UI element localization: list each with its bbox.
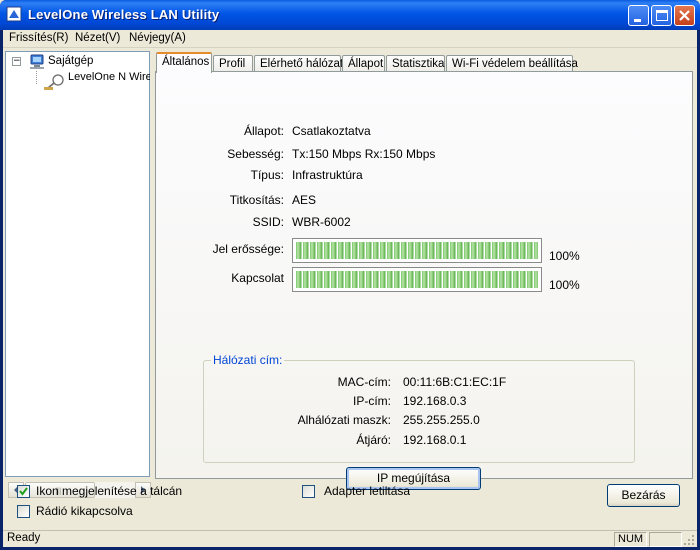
tab-general[interactable]: Általános xyxy=(156,52,212,73)
disable-adapter-checkbox[interactable] xyxy=(302,485,315,498)
link-percent: 100% xyxy=(549,278,580,292)
tree-collapse-toggle[interactable]: − xyxy=(12,57,21,66)
mac-label: MAC-cím: xyxy=(337,375,391,389)
tree-item-computer[interactable]: Sajátgép xyxy=(48,55,93,67)
type-value: Infrastruktúra xyxy=(292,168,363,182)
menu-bar: Frissítés(R) Nézet(V) Névjegy(A) xyxy=(3,30,697,48)
title-bar[interactable]: LevelOne Wireless LAN Utility xyxy=(0,0,700,30)
encryption-value: AES xyxy=(292,193,317,207)
adapter-tree[interactable]: − Sajátgép LevelOne N Wireless |||| xyxy=(5,51,151,498)
ip-value: 192.168.0.3 xyxy=(403,394,467,408)
signal-label: Jel erőssége: xyxy=(212,242,284,256)
link-quality-bar xyxy=(292,267,542,292)
status-label: Állapot: xyxy=(243,124,284,138)
ssid-label: SSID: xyxy=(252,215,284,229)
menu-about[interactable]: Névjegy(A) xyxy=(129,32,186,44)
network-address-title: Hálózati cím: xyxy=(211,353,285,367)
computer-icon xyxy=(30,54,44,69)
status-text: Ready xyxy=(7,532,41,544)
window-title: LevelOne Wireless LAN Utility xyxy=(28,7,220,22)
close-button[interactable]: Bezárás xyxy=(607,484,680,507)
encryption-label: Titkosítás: xyxy=(229,193,284,207)
subnet-mask-value: 255.255.255.0 xyxy=(403,413,480,427)
speed-label: Sebesség: xyxy=(227,147,284,161)
mac-value: 00:11:6B:C1:EC:1F xyxy=(403,375,507,389)
link-label: Kapcsolat xyxy=(231,271,284,285)
type-label: Típus: xyxy=(250,168,284,182)
radio-off-checkbox[interactable] xyxy=(17,505,30,518)
tray-icon-checkbox[interactable] xyxy=(17,485,30,498)
minimize-icon xyxy=(634,19,641,22)
signal-percent: 100% xyxy=(549,249,580,263)
signal-strength-fill xyxy=(296,242,538,259)
radio-off-label[interactable]: Rádió kikapcsolva xyxy=(36,504,133,518)
client-area: Frissítés(R) Nézet(V) Névjegy(A) − Saját… xyxy=(3,30,697,547)
gateway-label: Átjáró: xyxy=(356,433,391,447)
close-window-button[interactable] xyxy=(674,5,695,26)
status-bar: Ready NUM xyxy=(3,530,697,547)
speed-value: Tx:150 Mbps Rx:150 Mbps xyxy=(292,147,436,161)
menu-refresh[interactable]: Frissítés(R) xyxy=(9,32,68,44)
general-tab-panel: Állapot: Csatlakoztatva Sebesség: Tx:150… xyxy=(155,71,693,490)
signal-strength-bar xyxy=(292,238,542,263)
wireless-adapter-icon xyxy=(44,74,64,90)
resize-grip-icon[interactable] xyxy=(683,534,695,546)
maximize-icon xyxy=(656,10,668,21)
tray-icon-label[interactable]: Ikon megjelenítése a tálcán xyxy=(36,484,182,498)
app-icon xyxy=(6,6,22,22)
checkmark-icon xyxy=(19,487,28,496)
disable-adapter-label[interactable]: Adapter letiltása xyxy=(324,484,410,498)
tree-item-adapter[interactable]: LevelOne N Wireless xyxy=(68,71,150,83)
menu-view[interactable]: Nézet(V) xyxy=(75,32,120,44)
num-lock-indicator: NUM xyxy=(614,532,647,547)
app-window: LevelOne Wireless LAN Utility Frissítés(… xyxy=(0,0,700,550)
ip-label: IP-cím: xyxy=(353,394,391,408)
subnet-mask-label: Alhálózati maszk: xyxy=(297,413,391,427)
tree-connector xyxy=(36,71,37,84)
maximize-button[interactable] xyxy=(651,5,672,26)
ssid-value: WBR-6002 xyxy=(292,215,351,229)
status-value: Csatlakoztatva xyxy=(292,124,371,138)
minimize-button[interactable] xyxy=(628,5,649,26)
link-quality-fill xyxy=(296,271,538,288)
network-address-group: Hálózati cím: MAC-cím: 00:11:6B:C1:EC:1F… xyxy=(203,353,635,463)
close-icon xyxy=(679,10,690,21)
status-panel-empty xyxy=(649,532,682,547)
gateway-value: 192.168.0.1 xyxy=(403,433,467,447)
